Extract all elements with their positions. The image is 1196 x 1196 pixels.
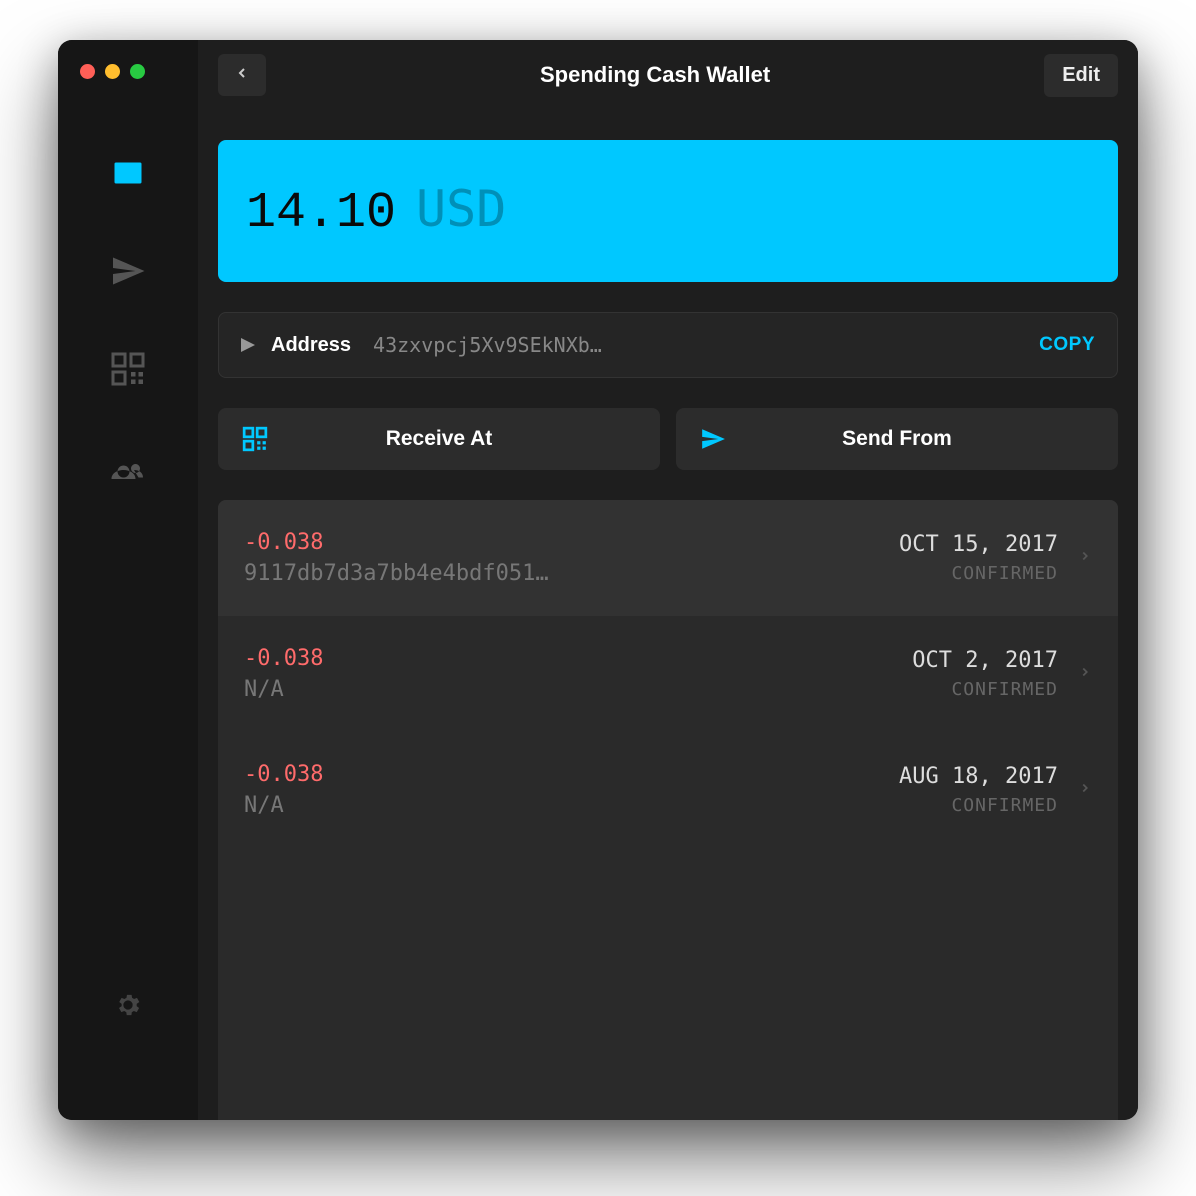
transaction-status: CONFIRMED [899,795,1058,816]
receive-at-label: Receive At [240,427,638,451]
edit-button[interactable]: Edit [1044,54,1118,97]
transaction-row[interactable]: -0.038 N/A OCT 2, 2017 CONFIRMED [218,616,1118,732]
receive-at-button[interactable]: Receive At [218,408,660,470]
sidebar-item-receive[interactable] [103,346,153,396]
chevron-left-icon [234,65,250,86]
chevron-right-icon [1078,779,1092,802]
page-title: Spending Cash Wallet [266,62,1044,88]
main-content: Spending Cash Wallet Edit 14.10 USD Addr… [198,40,1138,1120]
window-minimize-button[interactable] [105,64,120,79]
transaction-hash: N/A [244,677,624,702]
transaction-row[interactable]: -0.038 N/A AUG 18, 2017 CONFIRMED [218,732,1118,848]
transaction-amount: -0.038 [244,762,899,787]
wallet-icon [110,155,146,196]
app-window: Spending Cash Wallet Edit 14.10 USD Addr… [58,40,1138,1120]
contacts-icon [110,449,146,490]
balance-card: 14.10 USD [218,140,1118,282]
transaction-list: -0.038 9117db7d3a7bb4e4bdf051… OCT 15, 2… [218,500,1118,1120]
transaction-status: CONFIRMED [899,563,1058,584]
transaction-date: AUG 18, 2017 [899,764,1058,789]
action-buttons: Receive At Send From [218,408,1118,470]
transaction-hash: N/A [244,793,624,818]
transaction-hash: 9117db7d3a7bb4e4bdf051… [244,561,624,586]
address-value: 43zxvpcj5Xv9SEkNXb… [373,333,1021,357]
transaction-row[interactable]: -0.038 9117db7d3a7bb4e4bdf051… OCT 15, 2… [218,500,1118,616]
transaction-amount: -0.038 [244,530,899,555]
chevron-right-icon [1078,663,1092,686]
sidebar [58,40,198,1120]
send-from-label: Send From [698,427,1096,451]
sidebar-item-contacts[interactable] [103,444,153,494]
gear-icon [114,991,142,1024]
topbar: Spending Cash Wallet Edit [218,40,1118,110]
address-label: Address [271,334,351,357]
window-controls [80,64,145,79]
address-row[interactable]: Address 43zxvpcj5Xv9SEkNXb… COPY [218,312,1118,378]
disclosure-triangle-icon [241,338,255,352]
chevron-right-icon [1078,547,1092,570]
window-close-button[interactable] [80,64,95,79]
send-icon [110,253,146,294]
window-zoom-button[interactable] [130,64,145,79]
transaction-amount: -0.038 [244,646,912,671]
sidebar-item-send[interactable] [103,248,153,298]
copy-button[interactable]: COPY [1039,334,1095,356]
back-button[interactable] [218,54,266,96]
sidebar-item-settings[interactable] [103,982,153,1032]
send-from-button[interactable]: Send From [676,408,1118,470]
transaction-date: OCT 15, 2017 [899,532,1058,557]
balance-currency: USD [416,180,506,238]
transaction-status: CONFIRMED [912,679,1058,700]
qr-icon [110,351,146,392]
transaction-date: OCT 2, 2017 [912,648,1058,673]
sidebar-item-wallet[interactable] [103,150,153,200]
balance-amount: 14.10 [246,185,396,242]
